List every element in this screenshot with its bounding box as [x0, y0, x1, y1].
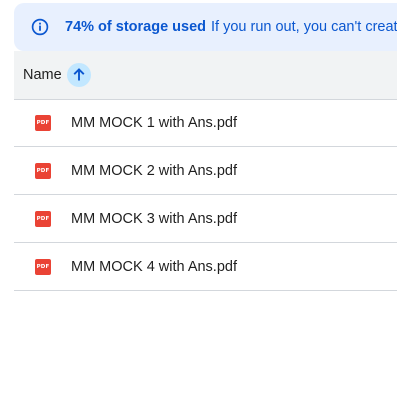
arrow-up-icon [73, 68, 85, 81]
file-list-header: Name [14, 51, 397, 100]
file-row[interactable]: PDF MM MOCK 3 with Ans.pdf [14, 195, 397, 243]
file-list: PDF MM MOCK 1 with Ans.pdf PDF MM MOCK 2… [14, 99, 397, 291]
storage-warning-banner[interactable]: 74% of storage used If you run out, you … [14, 3, 397, 51]
file-name[interactable]: MM MOCK 2 with Ans.pdf [71, 163, 237, 179]
file-name[interactable]: MM MOCK 3 with Ans.pdf [71, 211, 237, 227]
pdf-file-icon: PDF [35, 114, 51, 131]
info-icon [31, 18, 49, 36]
pdf-file-icon: PDF [35, 258, 51, 275]
storage-warning-message: If you run out, you can't create [211, 19, 397, 35]
column-header-name[interactable]: Name [23, 67, 62, 83]
storage-usage-text: 74% of storage used [65, 19, 207, 35]
file-row[interactable]: PDF MM MOCK 1 with Ans.pdf [14, 99, 397, 147]
file-row[interactable]: PDF MM MOCK 2 with Ans.pdf [14, 147, 397, 195]
file-name[interactable]: MM MOCK 4 with Ans.pdf [71, 259, 237, 275]
sort-direction-button[interactable] [66, 63, 91, 87]
file-row[interactable]: PDF MM MOCK 4 with Ans.pdf [14, 243, 397, 291]
file-name[interactable]: MM MOCK 1 with Ans.pdf [71, 115, 237, 131]
drive-file-view: 74% of storage used If you run out, you … [0, 0, 397, 396]
pdf-file-icon: PDF [35, 162, 51, 179]
pdf-file-icon: PDF [35, 210, 51, 227]
